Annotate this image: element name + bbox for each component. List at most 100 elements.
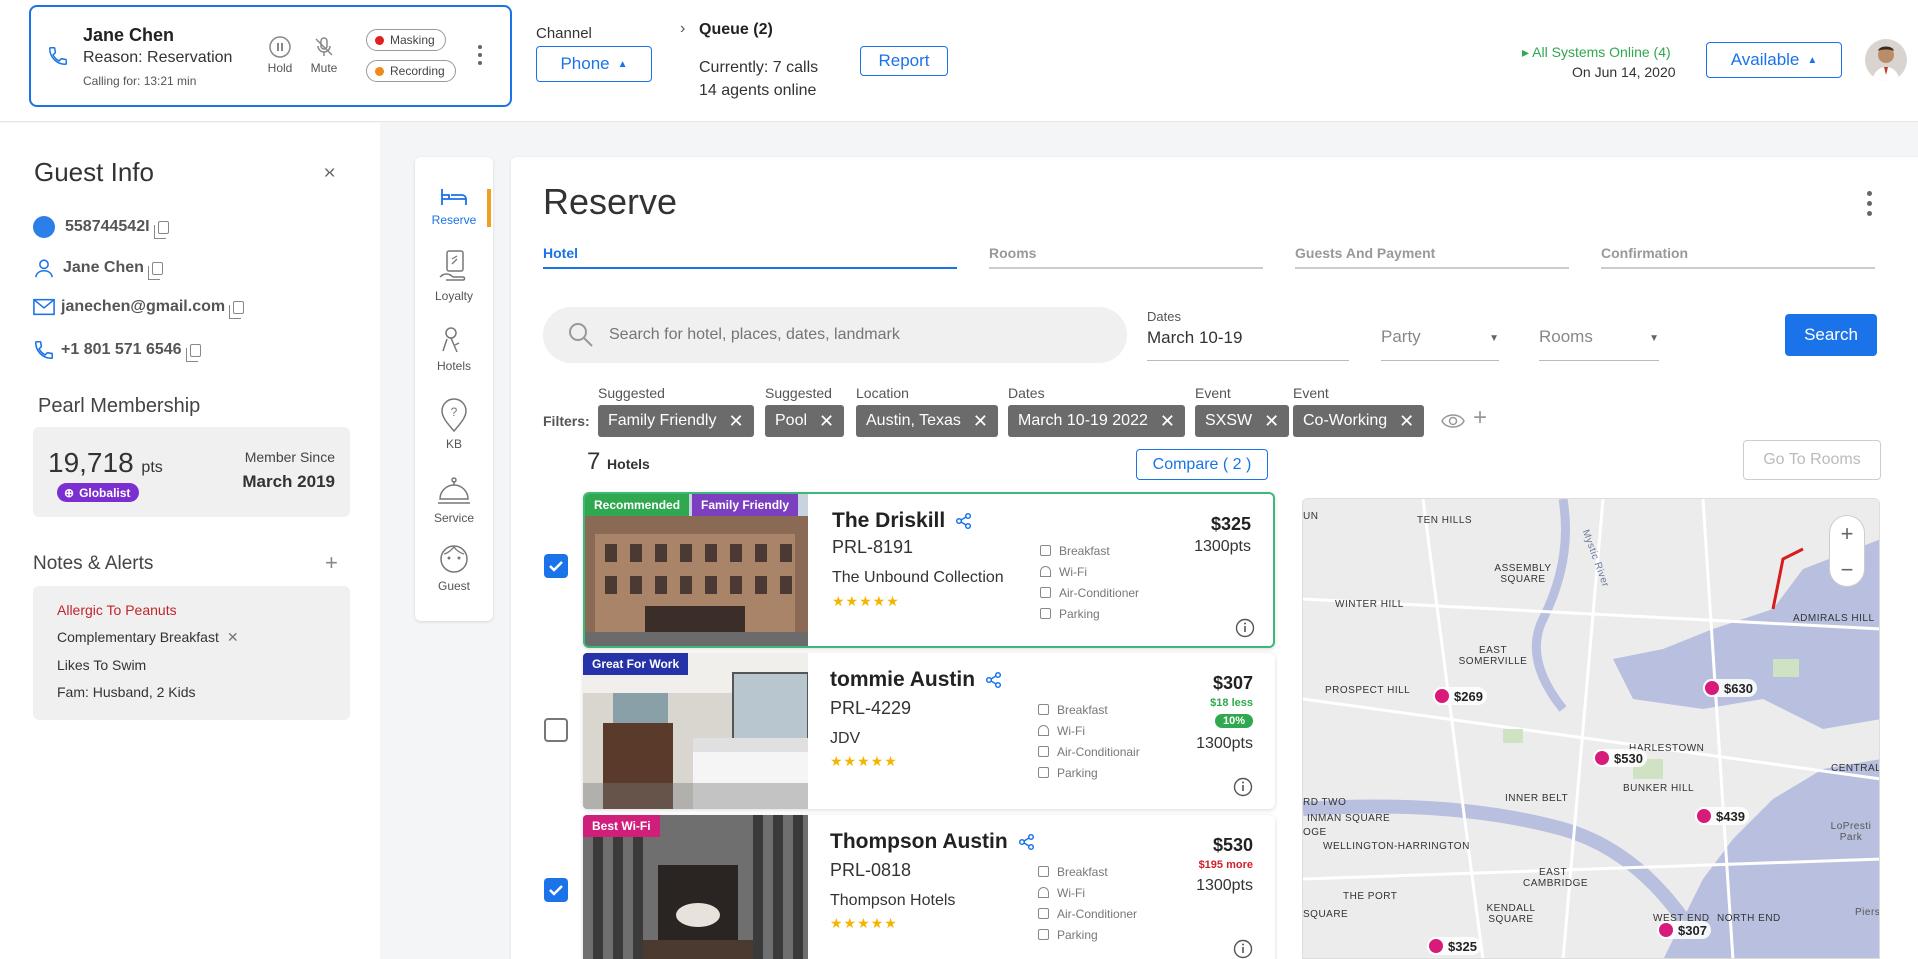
masking-toggle[interactable]: Masking	[366, 29, 446, 51]
phone-icon	[34, 340, 54, 360]
close-icon[interactable]: ✕	[1399, 412, 1414, 430]
compare-button[interactable]: Compare ( 2 )	[1136, 449, 1268, 480]
amenity: Wi-Fi	[1038, 882, 1137, 903]
hotel-code: PRL-8191	[832, 537, 914, 557]
map-price-pin[interactable]: $325	[1427, 937, 1481, 955]
tier-badge: ⊕ Globalist	[57, 483, 140, 502]
wifi-icon	[1040, 566, 1051, 577]
share-icon[interactable]	[985, 671, 1003, 689]
close-icon[interactable]: ✕	[1160, 412, 1175, 430]
nav-item-hotels[interactable]: Hotels	[415, 325, 493, 373]
close-icon[interactable]: ✕	[728, 412, 743, 430]
availability-select[interactable]: Available ▲	[1706, 42, 1842, 78]
info-icon[interactable]	[1235, 618, 1255, 638]
info-icon[interactable]	[1233, 939, 1253, 959]
step-hotel[interactable]: Hotel	[543, 245, 957, 269]
hold-button[interactable]: Hold	[265, 35, 295, 75]
share-icon[interactable]	[955, 512, 973, 530]
close-icon[interactable]: ✕	[1264, 412, 1279, 430]
add-note-icon[interactable]: +	[325, 550, 338, 576]
more-menu-icon[interactable]	[1867, 191, 1873, 216]
collapse-panel-icon[interactable]: ›‹	[324, 161, 335, 184]
close-icon[interactable]: ✕	[819, 412, 834, 430]
recording-toggle[interactable]: Recording	[366, 60, 456, 82]
zoom-out-icon[interactable]: −	[1830, 552, 1864, 588]
bed-pin-icon	[1433, 687, 1451, 705]
eye-icon[interactable]	[1441, 412, 1465, 430]
search-box[interactable]	[543, 307, 1127, 363]
rooms-select[interactable]: Rooms ▼	[1539, 327, 1659, 361]
nav-item-kb[interactable]: ? KB	[415, 397, 493, 451]
map-price-pin[interactable]: $269	[1433, 687, 1487, 705]
hotel-code: PRL-0818	[830, 860, 912, 880]
copy-icon[interactable]	[147, 261, 163, 280]
amenity: Air-Conditioner	[1038, 903, 1137, 924]
map-label: BUNKER HILL	[1623, 783, 1695, 794]
reserve-panel: Reserve Hotel Rooms Guests And Payment C…	[511, 157, 1918, 959]
close-icon[interactable]: ✕	[973, 412, 988, 430]
nav-item-loyalty[interactable]: Loyalty	[415, 249, 493, 303]
filter-chip[interactable]: Pool ✕	[765, 405, 845, 437]
party-select[interactable]: Party ▼	[1381, 327, 1499, 361]
systems-status[interactable]: ▸ All Systems Online (4)	[1522, 44, 1671, 61]
guest-name: Jane Chen	[63, 259, 144, 276]
hotel-rating: ★★★★★	[830, 753, 898, 769]
amenity: Air-Conditioner	[1040, 582, 1139, 603]
hotel-tag: Great For Work	[583, 653, 689, 675]
share-icon[interactable]	[1018, 833, 1036, 851]
copy-icon[interactable]	[153, 220, 169, 239]
map-label: CENTRAL	[1831, 763, 1880, 774]
step-confirmation[interactable]: Confirmation	[1601, 245, 1875, 269]
nav-item-guest[interactable]: Guest	[415, 543, 493, 593]
channel-select[interactable]: Phone ▲	[536, 46, 652, 82]
filter-chip[interactable]: SXSW ✕	[1195, 405, 1290, 437]
filter-chip[interactable]: Co-Working ✕	[1293, 405, 1425, 437]
avatar[interactable]	[1865, 39, 1907, 81]
hotel-card[interactable]: Great For Work tommie Austin PRL-4229 JD…	[583, 653, 1275, 809]
call-more-menu-icon[interactable]	[478, 45, 484, 65]
guest-face-icon	[440, 545, 468, 573]
nav-label: Service	[433, 511, 474, 525]
amenity-icon	[1038, 746, 1049, 757]
add-filter-icon[interactable]: +	[1473, 406, 1487, 430]
step-guests-payment[interactable]: Guests And Payment	[1295, 245, 1569, 269]
report-button[interactable]: Report	[860, 46, 948, 76]
search-button[interactable]: Search	[1785, 314, 1877, 356]
notes-title: Notes & Alerts	[33, 553, 154, 574]
map-price-pin[interactable]: $439	[1695, 807, 1749, 825]
copy-icon[interactable]	[229, 300, 245, 319]
step-rooms[interactable]: Rooms	[989, 245, 1263, 269]
mute-button[interactable]: Mute	[309, 35, 339, 75]
filter-chip[interactable]: Family Friendly ✕	[598, 405, 754, 437]
wifi-icon	[1038, 725, 1049, 736]
hotel-checkbox[interactable]	[544, 718, 568, 742]
chevron-right-icon[interactable]: ›	[680, 20, 685, 38]
hotel-checkbox[interactable]	[544, 554, 568, 578]
go-to-rooms-button[interactable]: Go To Rooms	[1743, 440, 1881, 480]
map-price-pin[interactable]: $630	[1703, 679, 1757, 697]
map-price-pin[interactable]: $307	[1657, 921, 1711, 939]
filter-chip[interactable]: Austin, Texas ✕	[856, 405, 998, 437]
amenity: Air-Conditionair	[1038, 741, 1140, 762]
zoom-in-icon[interactable]: +	[1830, 516, 1864, 552]
info-icon[interactable]	[1233, 777, 1253, 797]
hotel-checkbox[interactable]	[544, 878, 568, 902]
filter-value: SXSW	[1205, 412, 1253, 429]
nav-item-reserve[interactable]: Reserve	[415, 185, 493, 227]
nav-label: Guest	[437, 579, 470, 593]
hotel-card[interactable]: Recommended Family Friendly The Driskill…	[583, 492, 1275, 648]
copy-icon[interactable]	[185, 343, 201, 362]
map-price-pin[interactable]: $530	[1593, 749, 1647, 767]
search-input[interactable]	[609, 326, 1089, 344]
map[interactable]: TEN HILLS ASSEMBLY SQUARE Mystic River W…	[1302, 498, 1880, 959]
nav-item-service[interactable]: Service	[415, 473, 493, 525]
search-icon	[569, 323, 593, 347]
hotel-card[interactable]: Best Wi-Fi Thompson Austin PRL-0818 Thom…	[583, 815, 1275, 959]
caret-down-icon: ▼	[1489, 333, 1499, 344]
queue-title[interactable]: Queue (2)	[699, 21, 773, 39]
map-label: THE PORT	[1343, 891, 1398, 902]
filter-chip[interactable]: March 10-19 2022 ✕	[1008, 405, 1185, 437]
filter-value: Family Friendly	[608, 412, 717, 429]
hotel-title-row: The Driskill	[832, 509, 973, 533]
dates-field[interactable]: Dates March 10-19	[1147, 309, 1349, 361]
